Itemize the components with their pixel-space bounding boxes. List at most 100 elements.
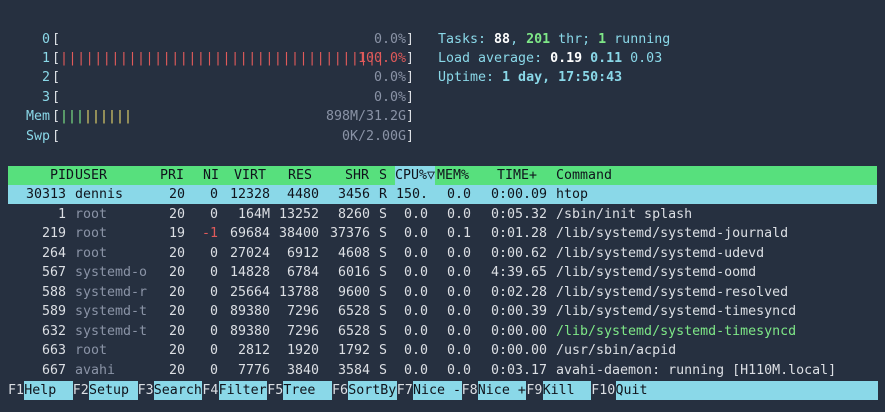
cell-mem: 0.0 bbox=[446, 265, 471, 280]
cell-pid: 663 bbox=[41, 343, 66, 358]
cell-virt: 14828 bbox=[229, 265, 270, 280]
cell-time: 0:00.09 bbox=[490, 187, 547, 202]
tasks-summary: Tasks: 88, 201 thr; 1 running bbox=[438, 32, 671, 47]
col-res[interactable]: RES bbox=[288, 166, 312, 185]
uptime: Uptime: 1 day, 17:50:43 bbox=[438, 70, 623, 85]
cpu-label: 1 bbox=[41, 51, 50, 66]
cell-pid: 30313 bbox=[25, 187, 66, 202]
fkey-f3-button[interactable]: Search bbox=[153, 381, 203, 400]
cell-s: S bbox=[379, 284, 388, 300]
table-row[interactable]: 219 root 19 -1 69684 38400 37376 S 0.0 0.1 0:01.28… bbox=[8, 224, 877, 243]
cell-virt: 2812 bbox=[237, 343, 270, 358]
cell-user: systemd-t bbox=[75, 323, 148, 339]
cell-pri: 20 bbox=[168, 304, 185, 319]
cell-cpu: 150. bbox=[395, 187, 428, 202]
table-row[interactable]: 588 systemd-r 20 0 25664 13788 9600 S 0.0 0.0 0:02… bbox=[8, 283, 877, 302]
cpu-meter-2: 2 [ 0.0% ] bbox=[41, 70, 414, 85]
cell-command: /lib/systemd/systemd-oomd bbox=[556, 265, 757, 280]
cell-s: R bbox=[379, 187, 388, 202]
cell-ni: 0 bbox=[209, 265, 218, 280]
fkey-f8: F8 bbox=[461, 383, 478, 398]
cell-user: systemd-o bbox=[75, 265, 148, 280]
col-virt[interactable]: VIRT bbox=[234, 166, 266, 185]
cpu-percent: 0.0% bbox=[373, 32, 406, 47]
table-row[interactable]: 30313 dennis 20 0 12328 4480 3456 R 150. 0.0 0:00.… bbox=[8, 185, 877, 204]
cpu-label: 3 bbox=[41, 90, 50, 105]
table-row[interactable]: 264 root 20 0 27024 6912 4608 S 0.0 0.0 0:00.62/li… bbox=[8, 244, 877, 263]
cell-s: S bbox=[379, 343, 388, 358]
table-row[interactable]: 667 avahi 20 0 7776 3840 3584 S 0.0 0.0 0:03.17 ava… bbox=[8, 361, 877, 380]
cell-s: S bbox=[379, 323, 388, 339]
cell-mem: 0.0 bbox=[446, 245, 471, 261]
cell-pid: 667 bbox=[41, 362, 66, 378]
cell-virt: 89380 bbox=[229, 304, 270, 319]
cell-res: 6912 bbox=[286, 245, 319, 261]
cell-time: 0:00.00 bbox=[490, 323, 547, 339]
cell-res: 7296 bbox=[286, 323, 319, 339]
fkey-f7-button[interactable]: Nice - bbox=[413, 381, 462, 400]
col-cpu[interactable]: CPU%▽ bbox=[395, 166, 436, 185]
cell-cpu: 0.0 bbox=[403, 323, 428, 339]
table-row[interactable]: 589 systemd-t 20 0 89380 7296 6528 S 0.0 0.0 0:00.… bbox=[8, 302, 877, 321]
fkey-f5-button[interactable]: Tree bbox=[283, 381, 332, 400]
col-time[interactable]: TIME+ bbox=[497, 166, 537, 185]
fkey-f9: F9 bbox=[526, 383, 543, 398]
cell-cpu: 0.0 bbox=[403, 206, 428, 222]
col-shr[interactable]: SHR bbox=[345, 166, 369, 185]
cell-shr: 6016 bbox=[337, 265, 370, 280]
cell-pri: 20 bbox=[168, 284, 185, 300]
fkey-f2-button[interactable]: Setup bbox=[89, 381, 138, 400]
cell-time: 0:01.28 bbox=[490, 226, 547, 241]
fkey-f6-button[interactable]: SortBy bbox=[348, 381, 397, 400]
cell-cpu: 0.0 bbox=[403, 284, 428, 300]
cell-shr: 3456 bbox=[337, 187, 370, 202]
cpu-percent: 100.0% bbox=[357, 51, 406, 66]
col-user[interactable]: USER bbox=[75, 166, 107, 185]
col-pri[interactable]: PRI bbox=[160, 166, 184, 185]
cell-ni: -1 bbox=[201, 226, 218, 241]
cell-pri: 20 bbox=[168, 245, 185, 261]
table-row[interactable]: 663 root 20 0 2812 1920 1792 S 0.0 0.0 0:00.00/usr… bbox=[8, 341, 877, 360]
cell-mem: 0.0 bbox=[446, 284, 471, 300]
col-pid[interactable]: PID bbox=[50, 166, 74, 185]
cell-pid: 567 bbox=[41, 265, 66, 280]
cell-ni: 0 bbox=[209, 245, 218, 261]
cell-mem: 0.0 bbox=[446, 304, 471, 319]
cell-virt: 164M bbox=[237, 206, 270, 222]
cell-time: 0:00.00 bbox=[490, 343, 547, 358]
cell-pri: 20 bbox=[168, 362, 185, 378]
fkey-f1-button[interactable]: Help bbox=[24, 381, 73, 400]
cell-mem: 0.0 bbox=[446, 323, 471, 339]
cell-command: htop bbox=[556, 187, 589, 202]
cell-virt: 89380 bbox=[229, 323, 270, 339]
mem-meter: Mem [ ||||||||| 898M/31.2G ] bbox=[25, 109, 414, 124]
cell-virt: 12328 bbox=[229, 187, 270, 202]
cell-user: avahi bbox=[75, 362, 116, 378]
fkey-f10-button[interactable]: Quit bbox=[615, 381, 878, 400]
cell-user: root bbox=[75, 245, 108, 261]
table-row[interactable]: 632 systemd-t 20 0 89380 7296 6528 S 0.0 0.0 0:00.… bbox=[8, 322, 877, 341]
fkey-f10: F10 bbox=[591, 383, 616, 398]
cell-pid: 219 bbox=[41, 226, 66, 241]
cell-cpu: 0.0 bbox=[403, 265, 428, 280]
cell-virt: 27024 bbox=[229, 245, 270, 261]
cell-time: 0:00.62 bbox=[490, 245, 547, 261]
fkey-f8-button[interactable]: Nice + bbox=[477, 381, 527, 400]
load-average: Load average: 0.19 0.11 0.03 bbox=[438, 51, 663, 66]
fkey-f9-button[interactable]: Kill bbox=[542, 381, 592, 400]
fkey-f2: F2 bbox=[72, 383, 89, 398]
cell-res: 4480 bbox=[286, 187, 319, 202]
table-row[interactable]: 1 root 20 0 164M 13252 8260 S 0.0 0.0 0:05.32/sbin… bbox=[8, 205, 877, 224]
col-s[interactable]: S bbox=[379, 166, 387, 185]
cell-shr: 3584 bbox=[337, 362, 370, 378]
cell-shr: 4608 bbox=[337, 245, 370, 261]
col-ni[interactable]: NI bbox=[203, 166, 219, 185]
col-mem[interactable]: MEM% bbox=[437, 166, 469, 185]
col-command[interactable]: Command bbox=[556, 166, 612, 185]
fkey-f4-button[interactable]: Filter bbox=[218, 381, 268, 400]
cell-res: 13788 bbox=[278, 284, 319, 300]
fkey-f7: F7 bbox=[396, 383, 413, 398]
cpu-label: 0 bbox=[41, 32, 50, 47]
table-row[interactable]: 567 systemd-o 20 0 14828 6784 6016 S 0.0 0.0 4:39.… bbox=[8, 263, 877, 282]
cell-shr: 6528 bbox=[337, 323, 370, 339]
